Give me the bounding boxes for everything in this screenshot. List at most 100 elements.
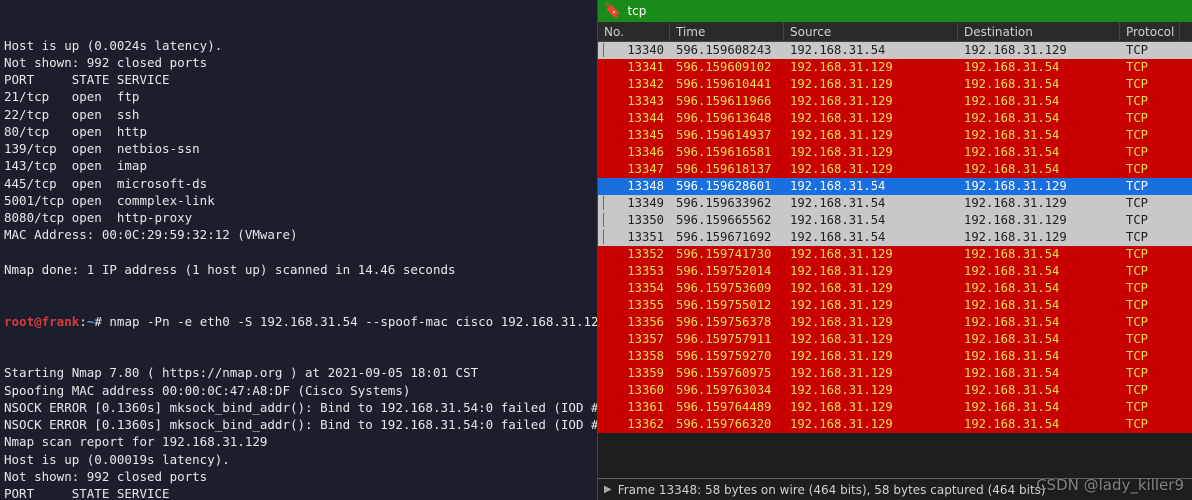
packet-row[interactable]: 13343596.159611966192.168.31.129192.168.… (598, 93, 1192, 110)
cell-protocol: TCP (1120, 93, 1180, 110)
cell-destination: 192.168.31.54 (958, 399, 1120, 416)
packet-row[interactable]: 13362596.159766320192.168.31.129192.168.… (598, 416, 1192, 433)
cell-time: 596.159763034 (670, 382, 784, 399)
packet-row[interactable]: 13342596.159610441192.168.31.129192.168.… (598, 76, 1192, 93)
packet-row[interactable]: 13354596.159753609192.168.31.129192.168.… (598, 280, 1192, 297)
cell-time: 596.159755012 (670, 297, 784, 314)
terminal-line: Starting Nmap 7.80 ( https://nmap.org ) … (4, 364, 593, 381)
cell-source: 192.168.31.129 (784, 297, 958, 314)
cell-protocol: TCP (1120, 297, 1180, 314)
cell-protocol: TCP (1120, 229, 1180, 246)
cell-time: 596.159609102 (670, 59, 784, 76)
cell-no: │13351 (598, 229, 670, 246)
cell-destination: 192.168.31.54 (958, 144, 1120, 161)
terminal-line: Host is up (0.0024s latency). (4, 37, 593, 54)
col-header-protocol[interactable]: Protocol (1120, 22, 1180, 41)
cell-source: 192.168.31.129 (784, 93, 958, 110)
cell-protocol: TCP (1120, 110, 1180, 127)
terminal-prompt-line[interactable]: root@frank:~# nmap -Pn -e eth0 -S 192.16… (4, 313, 593, 330)
packet-row[interactable]: 13353596.159752014192.168.31.129192.168.… (598, 263, 1192, 280)
packet-row[interactable]: 13347596.159618137192.168.31.129192.168.… (598, 161, 1192, 178)
expand-icon[interactable]: ▶ (604, 484, 612, 495)
cell-no: 13354 (598, 280, 670, 297)
cell-no: 13360 (598, 382, 670, 399)
col-header-destination[interactable]: Destination (958, 22, 1120, 41)
related-icon: │ (600, 42, 607, 59)
cell-time: 596.159628601 (670, 178, 784, 195)
packet-row[interactable]: 13357596.159757911192.168.31.129192.168.… (598, 331, 1192, 348)
cell-time: 596.159608243 (670, 42, 784, 59)
cell-time: 596.159753609 (670, 280, 784, 297)
bookmark-icon[interactable]: 🔖 (604, 3, 621, 19)
terminal-line: NSOCK ERROR [0.1360s] mksock_bind_addr()… (4, 416, 593, 433)
cell-source: 192.168.31.54 (784, 229, 958, 246)
packet-details-pane[interactable]: ▶ Frame 13348: 58 bytes on wire (464 bit… (598, 478, 1192, 500)
cell-destination: 192.168.31.54 (958, 314, 1120, 331)
frame-summary: Frame 13348: 58 bytes on wire (464 bits)… (618, 483, 1046, 497)
cell-destination: 192.168.31.54 (958, 416, 1120, 433)
terminal-line: 21/tcp open ftp (4, 88, 593, 105)
packet-row[interactable]: 13341596.159609102192.168.31.129192.168.… (598, 59, 1192, 76)
cell-protocol: TCP (1120, 161, 1180, 178)
packet-row[interactable]: 13346596.159616581192.168.31.129192.168.… (598, 144, 1192, 161)
terminal-line: MAC Address: 00:0C:29:59:32:12 (VMware) (4, 226, 593, 243)
packet-row[interactable]: │13349596.159633962192.168.31.54192.168.… (598, 195, 1192, 212)
cell-source: 192.168.31.129 (784, 314, 958, 331)
packet-row[interactable]: 13345596.159614937192.168.31.129192.168.… (598, 127, 1192, 144)
cell-time: 596.159616581 (670, 144, 784, 161)
cell-destination: 192.168.31.129 (958, 178, 1120, 195)
packet-list[interactable]: │13340596.159608243192.168.31.54192.168.… (598, 42, 1192, 478)
packet-row[interactable]: │13340596.159608243192.168.31.54192.168.… (598, 42, 1192, 59)
packet-row[interactable]: 13358596.159759270192.168.31.129192.168.… (598, 348, 1192, 365)
cell-destination: 192.168.31.54 (958, 280, 1120, 297)
cell-protocol: TCP (1120, 178, 1180, 195)
terminal-line: Nmap done: 1 IP address (1 host up) scan… (4, 261, 593, 278)
packet-row[interactable]: └13348596.159628601192.168.31.54192.168.… (598, 178, 1192, 195)
cell-destination: 192.168.31.129 (958, 212, 1120, 229)
display-filter-bar[interactable]: 🔖 tcp (598, 0, 1192, 22)
cell-destination: 192.168.31.54 (958, 382, 1120, 399)
cell-protocol: TCP (1120, 382, 1180, 399)
cell-no: 13358 (598, 348, 670, 365)
cell-no: └13348 (598, 178, 670, 195)
cell-protocol: TCP (1120, 263, 1180, 280)
cell-no: 13362 (598, 416, 670, 433)
terminal-line: 445/tcp open microsoft-ds (4, 175, 593, 192)
cell-source: 192.168.31.129 (784, 161, 958, 178)
cell-time: 596.159611966 (670, 93, 784, 110)
prompt-sep: : (79, 314, 87, 329)
col-header-source[interactable]: Source (784, 22, 958, 41)
cell-source: 192.168.31.129 (784, 110, 958, 127)
cell-time: 596.159759270 (670, 348, 784, 365)
cell-destination: 192.168.31.54 (958, 93, 1120, 110)
cell-source: 192.168.31.129 (784, 127, 958, 144)
packet-row[interactable]: 13355596.159755012192.168.31.129192.168.… (598, 297, 1192, 314)
col-header-time[interactable]: Time (670, 22, 784, 41)
cell-protocol: TCP (1120, 348, 1180, 365)
cell-time: 596.159665562 (670, 212, 784, 229)
terminal-line (4, 244, 593, 261)
cell-destination: 192.168.31.54 (958, 76, 1120, 93)
packet-row[interactable]: 13359596.159760975192.168.31.129192.168.… (598, 365, 1192, 382)
packet-row[interactable]: 13344596.159613648192.168.31.129192.168.… (598, 110, 1192, 127)
cell-protocol: TCP (1120, 42, 1180, 59)
related-icon: │ (600, 195, 607, 212)
cell-source: 192.168.31.129 (784, 280, 958, 297)
packet-row[interactable]: │13351596.159671692192.168.31.54192.168.… (598, 229, 1192, 246)
terminal-line: Spoofing MAC address 00:00:0C:47:A8:DF (… (4, 382, 593, 399)
cell-protocol: TCP (1120, 127, 1180, 144)
packet-row[interactable]: 13361596.159764489192.168.31.129192.168.… (598, 399, 1192, 416)
cell-no: 13343 (598, 93, 670, 110)
cell-source: 192.168.31.129 (784, 76, 958, 93)
packet-row[interactable]: 13356596.159756378192.168.31.129192.168.… (598, 314, 1192, 331)
packet-list-header[interactable]: No. Time Source Destination Protocol (598, 22, 1192, 42)
terminal-line: 143/tcp open imap (4, 157, 593, 174)
col-header-no[interactable]: No. (598, 22, 670, 41)
terminal-pane[interactable]: Host is up (0.0024s latency).Not shown: … (0, 0, 597, 500)
cell-source: 192.168.31.129 (784, 416, 958, 433)
packet-row[interactable]: 13360596.159763034192.168.31.129192.168.… (598, 382, 1192, 399)
packet-row[interactable]: 13352596.159741730192.168.31.129192.168.… (598, 246, 1192, 263)
packet-row[interactable]: │13350596.159665562192.168.31.54192.168.… (598, 212, 1192, 229)
display-filter-input[interactable]: tcp (627, 4, 646, 18)
cell-source: 192.168.31.129 (784, 263, 958, 280)
